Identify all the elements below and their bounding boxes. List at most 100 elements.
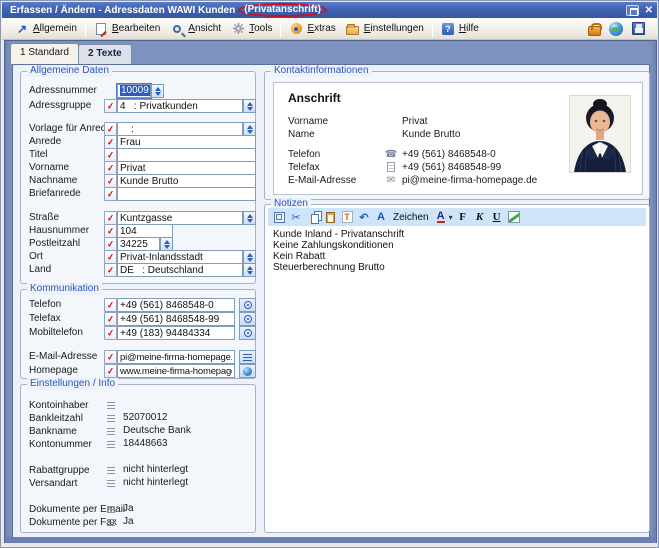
edit-check-button[interactable]: ✓: [104, 99, 117, 113]
ort-input[interactable]: [117, 250, 243, 264]
info-label: Bankname: [29, 426, 77, 437]
restore-window-button[interactable]: [626, 5, 639, 16]
contact-photo: [569, 95, 631, 173]
bold-button[interactable]: F: [456, 210, 470, 224]
globe-icon[interactable]: [609, 22, 623, 36]
dropdown-button[interactable]: [243, 263, 256, 277]
menu-hilfe[interactable]: ? Hilfe: [436, 20, 484, 38]
select-frame-icon[interactable]: [272, 210, 286, 224]
email-input[interactable]: [117, 350, 235, 364]
edit-check-button[interactable]: ✓: [104, 174, 117, 188]
menu-allgemein[interactable]: ↗ Allgemein: [10, 20, 82, 38]
edit-check-button[interactable]: ✓: [104, 148, 117, 162]
telefon-input[interactable]: [117, 298, 235, 312]
equals-icon: [107, 519, 115, 526]
postleitzahl-input[interactable]: [117, 237, 160, 251]
homepage-input[interactable]: [117, 364, 235, 378]
telefax-input[interactable]: [117, 312, 235, 326]
font-icon[interactable]: A: [374, 210, 388, 224]
dropdown-button[interactable]: [160, 237, 173, 251]
field-label: Hausnummer: [29, 225, 89, 236]
edit-check-button[interactable]: ✓: [104, 135, 117, 149]
field-label: Nachname: [29, 175, 77, 186]
edit-check-button[interactable]: ✓: [104, 250, 117, 264]
menu-extras[interactable]: Extras: [284, 20, 340, 38]
edit-check-button[interactable]: ✓: [104, 211, 117, 225]
mobiltelefon-input[interactable]: [117, 326, 235, 340]
dial-button[interactable]: [239, 326, 256, 340]
dial-button[interactable]: [239, 298, 256, 312]
titel-input[interactable]: [117, 148, 256, 162]
dropdown-button[interactable]: [243, 250, 256, 264]
menu-tools[interactable]: Tools: [226, 20, 277, 38]
underline-button[interactable]: U: [490, 210, 504, 224]
tab-standard[interactable]: 1 Standard: [10, 43, 79, 64]
briefanrede-input[interactable]: [117, 187, 256, 201]
save-icon[interactable]: [631, 22, 645, 36]
menu-separator: [432, 21, 433, 37]
menu-einstellungen[interactable]: Einstellungen: [341, 20, 429, 38]
info-row-dokumente-fax: Dokumente per Fax Ja: [21, 516, 255, 531]
edit-check-button[interactable]: ✓: [104, 161, 117, 175]
info-value: 52070012: [123, 412, 168, 423]
edit-check-button[interactable]: ✓: [104, 298, 117, 312]
info-label: Versandart: [29, 478, 77, 489]
nachname-input[interactable]: [117, 174, 256, 188]
dial-icon: [244, 315, 252, 323]
vorlage-anrede-input[interactable]: [117, 122, 243, 136]
window-title: Erfassen / Ändern - Adressdaten WAWI Kun…: [10, 5, 235, 16]
menu-ansicht[interactable]: Ansicht: [165, 20, 226, 38]
dropdown-button[interactable]: [243, 211, 256, 225]
spinner-button[interactable]: [151, 84, 164, 98]
group-kommunikation: Kommunikation Telefon ✓ Telefax ✓ Mobilt…: [20, 289, 256, 379]
font-color-icon[interactable]: A: [434, 210, 448, 224]
edit-check-button[interactable]: ✓: [104, 187, 117, 201]
strasse-input[interactable]: [117, 211, 243, 225]
menu-label: Tools: [249, 23, 272, 35]
list-lines-icon: [243, 354, 252, 361]
open-homepage-button[interactable]: [239, 364, 256, 378]
field-label: Adressnummer: [29, 85, 97, 96]
dropdown-button[interactable]: [243, 122, 256, 136]
dropdown-button[interactable]: [243, 99, 256, 113]
email-action-button[interactable]: [239, 350, 256, 364]
notes-toolbar: ✂ T ↶ A Zeichen A ▾ F K U: [268, 208, 646, 226]
format-painter-icon[interactable]: T: [340, 210, 354, 224]
hausnummer-input[interactable]: [117, 224, 173, 238]
contact-value: +49 (561) 8468548-99: [402, 162, 501, 173]
vorname-input[interactable]: [117, 161, 256, 175]
tab-texte[interactable]: 2 Texte: [78, 44, 132, 64]
edit-check-button[interactable]: ✓: [104, 312, 117, 326]
paste-icon[interactable]: [323, 210, 337, 224]
edit-check-button[interactable]: ✓: [104, 263, 117, 277]
note-line: Kunde Inland - Privatanschrift: [273, 229, 641, 240]
adressnummer-input[interactable]: 10009: [117, 84, 151, 98]
chevron-down-icon[interactable]: ▾: [449, 213, 453, 222]
equals-icon: [107, 441, 115, 448]
dial-button[interactable]: [239, 312, 256, 326]
edit-check-button[interactable]: ✓: [104, 326, 117, 340]
cut-icon[interactable]: ✂: [289, 210, 303, 224]
undo-icon[interactable]: ↶: [357, 210, 371, 224]
anrede-input[interactable]: [117, 135, 256, 149]
anschrift-heading: Anschrift: [288, 91, 341, 105]
notes-textarea[interactable]: Kunde Inland - Privatanschrift Keine Zah…: [268, 226, 646, 529]
edit-check-button[interactable]: ✓: [104, 364, 117, 378]
land-input[interactable]: [117, 263, 243, 277]
check-icon: ✓: [106, 137, 114, 147]
edit-check-button[interactable]: ✓: [104, 350, 117, 364]
italic-button[interactable]: K: [473, 210, 487, 224]
edit-note-icon[interactable]: [507, 210, 521, 224]
edit-check-button[interactable]: ✓: [104, 122, 117, 136]
info-row-versandart: Versandart nicht hinterlegt: [21, 477, 255, 492]
field-label: Anrede: [29, 136, 61, 147]
briefcase-icon[interactable]: [587, 22, 601, 36]
edit-check-button[interactable]: ✓: [104, 237, 117, 251]
copy-icon[interactable]: [306, 210, 320, 224]
menu-bearbeiten[interactable]: Bearbeiten: [89, 20, 165, 38]
group-kontaktinformationen: Kontaktinformationen Anschrift Vorname P…: [264, 71, 650, 200]
adressgruppe-input[interactable]: [117, 99, 243, 113]
edit-check-button[interactable]: ✓: [104, 224, 117, 238]
close-button[interactable]: ✕: [645, 5, 653, 16]
field-label: Land: [29, 264, 51, 275]
